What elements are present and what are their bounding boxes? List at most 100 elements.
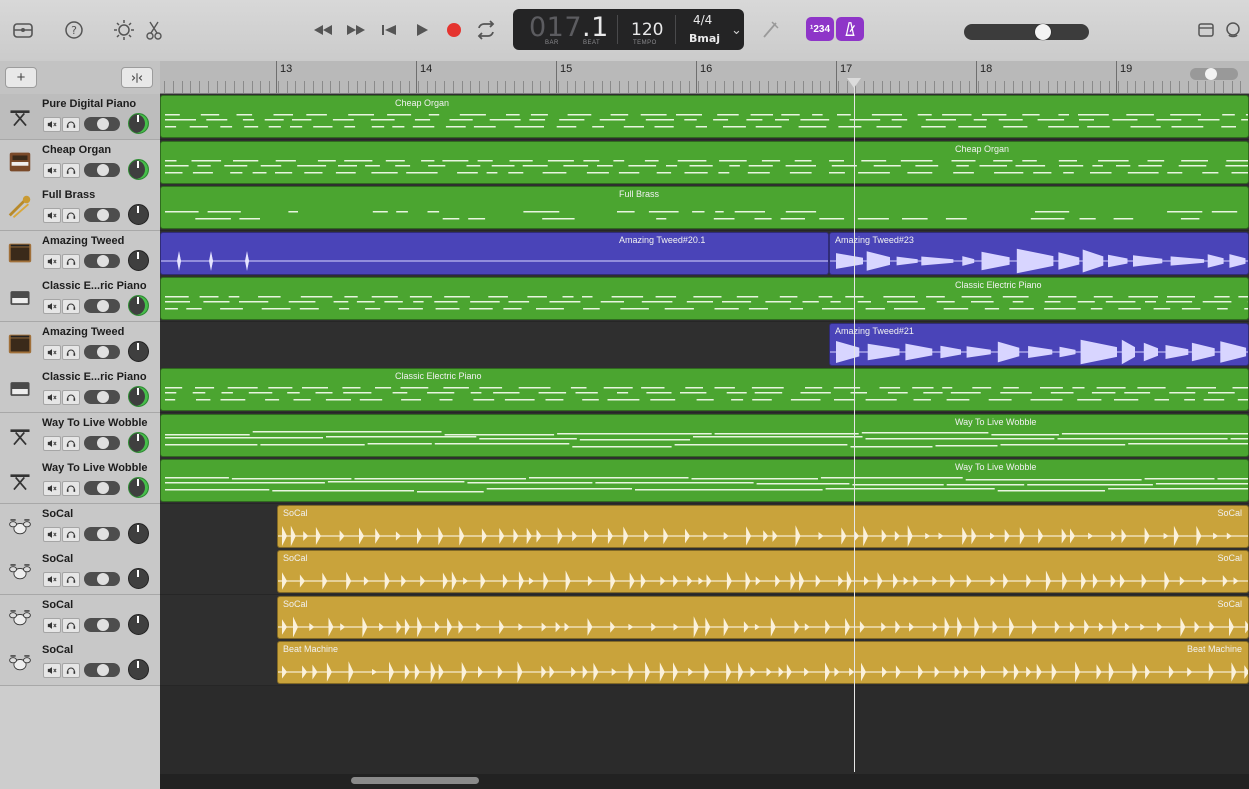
- zoom-slider[interactable]: [1190, 68, 1238, 80]
- audio-region[interactable]: Amazing Tweed#20.1: [160, 231, 829, 275]
- mute-button[interactable]: [43, 481, 61, 496]
- drummer-region[interactable]: Beat Machine Beat Machine: [277, 641, 1249, 684]
- scissors-icon[interactable]: [141, 17, 167, 43]
- track-lane[interactable]: Way To Live Wobble: [160, 412, 1249, 459]
- track-lane[interactable]: Cheap Organ: [160, 94, 1249, 140]
- track-header[interactable]: Classic E...ric Piano: [0, 367, 160, 413]
- track-header[interactable]: SoCal: [0, 640, 160, 686]
- track-volume-knob[interactable]: [97, 163, 109, 176]
- track-volume-slider[interactable]: [84, 117, 120, 131]
- master-volume-knob[interactable]: [1035, 24, 1051, 40]
- headphones-icon[interactable]: [62, 208, 80, 223]
- pan-knob[interactable]: [128, 340, 149, 362]
- track-header[interactable]: Way To Live Wobble: [0, 412, 160, 459]
- track-volume-knob[interactable]: [97, 345, 109, 358]
- headphones-icon[interactable]: [62, 526, 80, 542]
- track-volume-knob[interactable]: [97, 664, 109, 676]
- midi-region[interactable]: Way To Live Wobble: [160, 459, 1249, 502]
- tuner-icon[interactable]: [757, 17, 783, 43]
- track-header[interactable]: Pure Digital Piano: [0, 94, 160, 140]
- track-lane[interactable]: Classic Electric Piano: [160, 367, 1249, 413]
- library-icon[interactable]: [10, 17, 36, 43]
- horizontal-scrollbar[interactable]: [160, 774, 1249, 789]
- mute-button[interactable]: [43, 390, 61, 405]
- track-volume-knob[interactable]: [97, 436, 109, 449]
- track-lane[interactable]: Classic Electric Piano: [160, 276, 1249, 322]
- track-volume-knob[interactable]: [97, 482, 109, 494]
- mute-button[interactable]: [43, 663, 61, 678]
- pan-knob[interactable]: [128, 477, 149, 498]
- playhead-handle[interactable]: [847, 78, 861, 88]
- drummer-region[interactable]: SoCal SoCal: [277, 504, 1249, 548]
- track-volume-slider[interactable]: [84, 481, 120, 495]
- time-signature[interactable]: 4/4: [693, 13, 712, 27]
- track-header[interactable]: Cheap Organ: [0, 139, 160, 186]
- scrollbar-thumb[interactable]: [351, 777, 479, 784]
- track-lane[interactable]: Way To Live Wobble: [160, 458, 1249, 504]
- track-volume-slider[interactable]: [84, 526, 120, 541]
- mute-button[interactable]: [43, 208, 61, 223]
- track-lane[interactable]: SoCal SoCal: [160, 503, 1249, 550]
- go-to-beginning-icon[interactable]: [376, 17, 402, 43]
- midi-region[interactable]: Cheap Organ: [160, 95, 1249, 138]
- track-volume-slider[interactable]: [84, 663, 120, 677]
- track-volume-slider[interactable]: [84, 299, 120, 313]
- pan-knob[interactable]: [128, 113, 149, 134]
- mute-button[interactable]: [43, 253, 61, 269]
- drummer-region[interactable]: SoCal SoCal: [277, 550, 1249, 593]
- track-lane[interactable]: SoCal SoCal: [160, 594, 1249, 641]
- headphones-icon[interactable]: [62, 435, 80, 451]
- pan-knob[interactable]: [128, 659, 149, 680]
- track-header[interactable]: Amazing Tweed: [0, 230, 160, 277]
- pan-knob[interactable]: [128, 295, 149, 316]
- track-volume-slider[interactable]: [84, 617, 120, 632]
- track-header[interactable]: Full Brass: [0, 185, 160, 231]
- headphones-icon[interactable]: [62, 390, 80, 405]
- fast-forward-icon[interactable]: [343, 17, 369, 43]
- tracks-area[interactable]: Cheap Organ Cheap Organ Full Brass Amazing …: [160, 94, 1249, 774]
- mute-button[interactable]: [43, 526, 61, 542]
- track-volume-slider[interactable]: [84, 344, 120, 359]
- smart-tempo-icon[interactable]: [121, 67, 153, 88]
- pan-knob[interactable]: [128, 158, 149, 180]
- headphones-icon[interactable]: [62, 117, 80, 132]
- tempo-value[interactable]: 120: [631, 20, 663, 40]
- pan-knob[interactable]: [128, 204, 149, 225]
- rewind-icon[interactable]: [310, 17, 336, 43]
- pan-knob[interactable]: [128, 613, 149, 635]
- lcd-display[interactable]: 017.1 BAR BEAT 120 TEMPO 4/4 Bmaj ⌄: [513, 9, 744, 50]
- audio-region[interactable]: Amazing Tweed#21: [829, 322, 1249, 366]
- track-volume-knob[interactable]: [97, 300, 109, 312]
- pan-knob[interactable]: [128, 386, 149, 407]
- master-volume-slider[interactable]: [964, 24, 1089, 40]
- mute-button[interactable]: [43, 572, 61, 587]
- headphones-icon[interactable]: [62, 162, 80, 178]
- pan-knob[interactable]: [128, 249, 149, 271]
- timeline-ruler[interactable]: 13 14 15 16 17 18 19: [160, 61, 1249, 94]
- track-volume-knob[interactable]: [97, 254, 109, 267]
- audio-region[interactable]: Amazing Tweed#23: [829, 231, 1249, 275]
- track-header[interactable]: SoCal: [0, 503, 160, 550]
- count-in-button[interactable]: ¹234: [806, 17, 834, 41]
- track-lane[interactable]: SoCal SoCal: [160, 549, 1249, 595]
- track-header[interactable]: Amazing Tweed: [0, 321, 160, 368]
- track-lane[interactable]: Beat Machine Beat Machine: [160, 640, 1249, 686]
- midi-region[interactable]: Full Brass: [160, 186, 1249, 229]
- record-icon[interactable]: [441, 17, 467, 43]
- track-header[interactable]: SoCal: [0, 549, 160, 595]
- add-track-button[interactable]: +: [5, 67, 37, 88]
- track-volume-slider[interactable]: [84, 208, 120, 222]
- midi-region[interactable]: Way To Live Wobble: [160, 413, 1249, 457]
- track-volume-knob[interactable]: [97, 527, 109, 540]
- mute-button[interactable]: [43, 344, 61, 360]
- headphones-icon[interactable]: [62, 253, 80, 269]
- track-volume-knob[interactable]: [97, 118, 109, 130]
- notepad-icon[interactable]: [1193, 17, 1219, 43]
- key-signature[interactable]: Bmaj: [689, 32, 720, 45]
- track-volume-knob[interactable]: [97, 391, 109, 403]
- mute-button[interactable]: [43, 299, 61, 314]
- cycle-icon[interactable]: [473, 17, 499, 43]
- headphones-icon[interactable]: [62, 344, 80, 360]
- track-lane[interactable]: Full Brass: [160, 185, 1249, 231]
- track-lane[interactable]: Amazing Tweed#20.1 Amazing Tweed#23: [160, 230, 1249, 277]
